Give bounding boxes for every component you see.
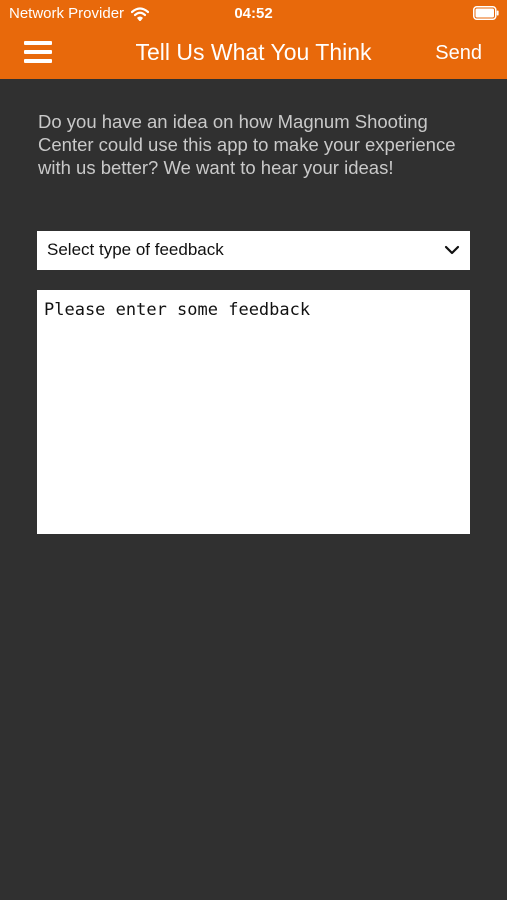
menu-line xyxy=(24,59,52,63)
menu-line xyxy=(24,41,52,45)
send-button[interactable]: Send xyxy=(435,40,482,66)
feedback-type-select[interactable]: Select type of feedback xyxy=(37,231,470,270)
feedback-textarea[interactable] xyxy=(37,290,470,534)
status-bar: Network Provider 04:52 xyxy=(0,0,507,28)
app-header: Network Provider 04:52 Tell Us What You … xyxy=(0,0,507,79)
navigation-bar: Tell Us What You Think Send xyxy=(0,28,507,79)
menu-line xyxy=(24,50,52,54)
hamburger-menu-icon[interactable] xyxy=(24,39,54,65)
feedback-type-label: Select type of feedback xyxy=(47,240,224,259)
page-title: Tell Us What You Think xyxy=(135,39,372,65)
battery-icon xyxy=(473,6,499,20)
status-time: 04:52 xyxy=(234,5,273,22)
intro-text: Do you have an idea on how Magnum Shooti… xyxy=(38,111,456,178)
chevron-down-icon xyxy=(444,245,460,255)
